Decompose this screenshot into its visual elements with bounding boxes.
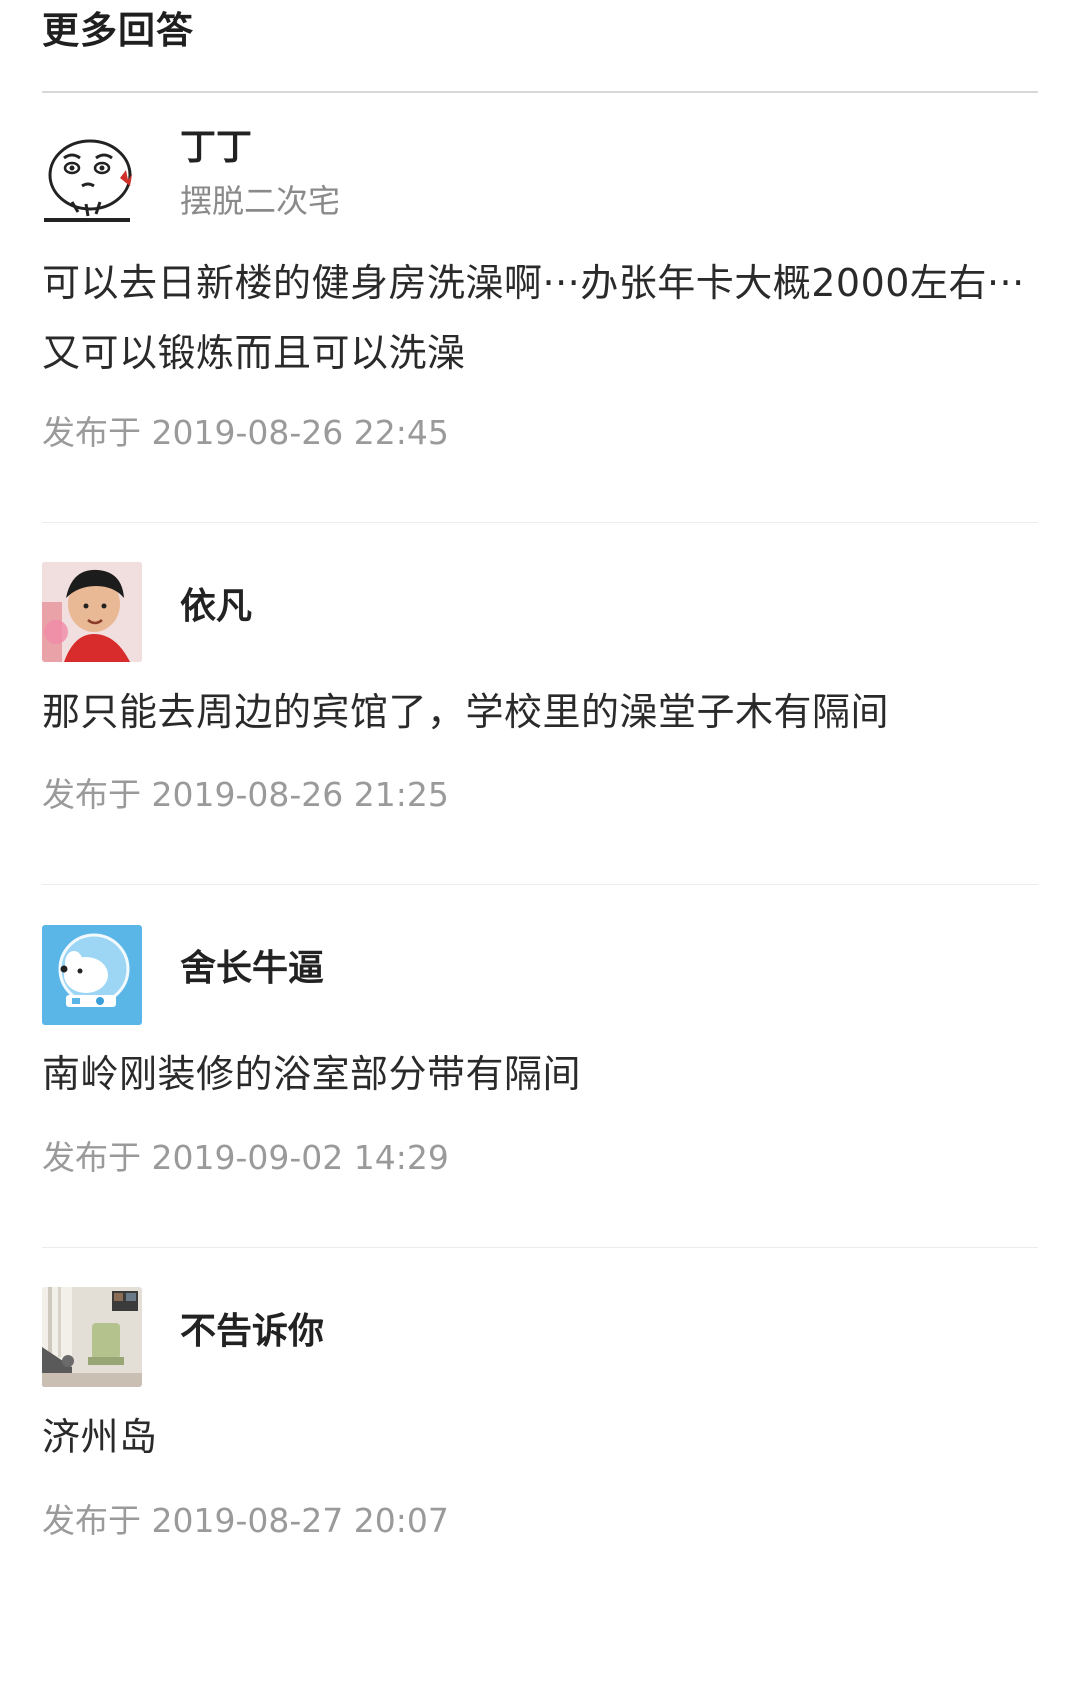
answer-publish-time: 发布于 2019-08-26 22:45: [42, 413, 449, 452]
cartoon-face-avatar-icon[interactable]: [42, 130, 142, 230]
answer-content: 南岭刚装修的浴室部分带有隔间: [42, 1052, 582, 1096]
answer-publish-time: 发布于 2019-09-02 14:29: [42, 1138, 449, 1177]
more-answers-page: 更多回答 丁丁 摆脱二次宅 可以去日新楼的健身房洗澡啊···办张年卡大概2000…: [0, 0, 1079, 1694]
answer-divider: [42, 1247, 1038, 1248]
answer-publish-time: 发布于 2019-08-26 21:25: [42, 775, 449, 814]
answer-content: 那只能去周边的宾馆了，学校里的澡堂子木有隔间: [42, 690, 890, 734]
answer-divider: [42, 884, 1038, 885]
answer-content: 可以去日新楼的健身房洗澡啊···办张年卡大概2000左右···又可以锻炼而且可以…: [42, 261, 1025, 375]
user-name[interactable]: 不告诉你: [180, 1310, 324, 1354]
title-divider: [42, 91, 1038, 93]
photo-avatar-person-icon[interactable]: [42, 562, 142, 662]
answer-content: 济州岛: [42, 1415, 158, 1459]
answer-divider: [42, 522, 1038, 523]
answer-publish-time: 发布于 2019-08-27 20:07: [42, 1501, 449, 1540]
user-name[interactable]: 舍长牛逼: [180, 947, 324, 991]
astronaut-dog-avatar-icon[interactable]: [42, 925, 142, 1025]
user-signature: 摆脱二次宅: [180, 182, 341, 220]
section-title: 更多回答: [42, 9, 194, 52]
user-name[interactable]: 丁丁: [180, 126, 252, 170]
user-name[interactable]: 依凡: [180, 585, 252, 629]
room-photo-avatar-icon[interactable]: [42, 1287, 142, 1387]
